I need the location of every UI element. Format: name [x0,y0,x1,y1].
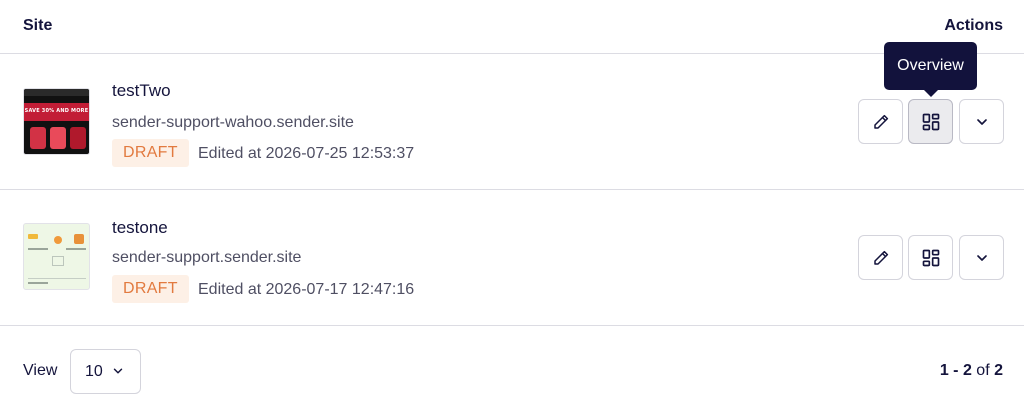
view-label: View [23,362,58,379]
pagination-info: 1 - 2 of 2 [940,362,1003,380]
site-thumbnail[interactable] [23,223,90,290]
edit-button[interactable] [858,235,903,280]
grid-icon [922,113,939,130]
table-header: Site Actions [0,0,1024,54]
overview-button[interactable] [908,99,953,144]
chevron-down-icon [976,254,987,261]
site-name[interactable]: testTwo [112,81,171,101]
overview-button[interactable] [908,235,953,280]
site-domain[interactable]: sender-support-wahoo.sender.site [112,114,354,132]
column-header-site: Site [23,17,53,34]
status-badge: DRAFT [112,275,189,303]
pencil-icon [873,114,888,129]
chevron-down-icon [113,368,123,374]
edited-timestamp: Edited at 2026-07-17 12:47:16 [198,281,415,298]
grid-icon [922,249,939,266]
edit-button[interactable] [858,99,903,144]
pencil-icon [873,250,888,265]
more-actions-button[interactable] [959,235,1004,280]
chevron-down-icon [976,118,987,125]
thumbnail-text: SAVE 30% AND MORE [24,108,89,114]
table-row: SAVE 30% AND MORE testTwo sender-support… [0,54,1024,190]
overview-tooltip: Overview [884,42,977,97]
page-size-select[interactable]: 10 [70,349,141,394]
page-size-value: 10 [85,363,103,380]
site-thumbnail[interactable]: SAVE 30% AND MORE [23,88,90,155]
more-actions-button[interactable] [959,99,1004,144]
status-badge: DRAFT [112,139,189,167]
site-name[interactable]: testone [112,218,168,238]
pagination-of: of [976,362,990,379]
pagination-total: 2 [994,362,1003,379]
table-row: testone sender-support.sender.site DRAFT… [0,190,1024,326]
tooltip-label: Overview [897,57,964,74]
column-header-actions: Actions [944,17,1003,34]
pagination-range: 1 - 2 [939,362,972,379]
edited-timestamp: Edited at 2026-07-25 12:53:37 [198,145,415,162]
site-domain[interactable]: sender-support.sender.site [112,249,301,267]
